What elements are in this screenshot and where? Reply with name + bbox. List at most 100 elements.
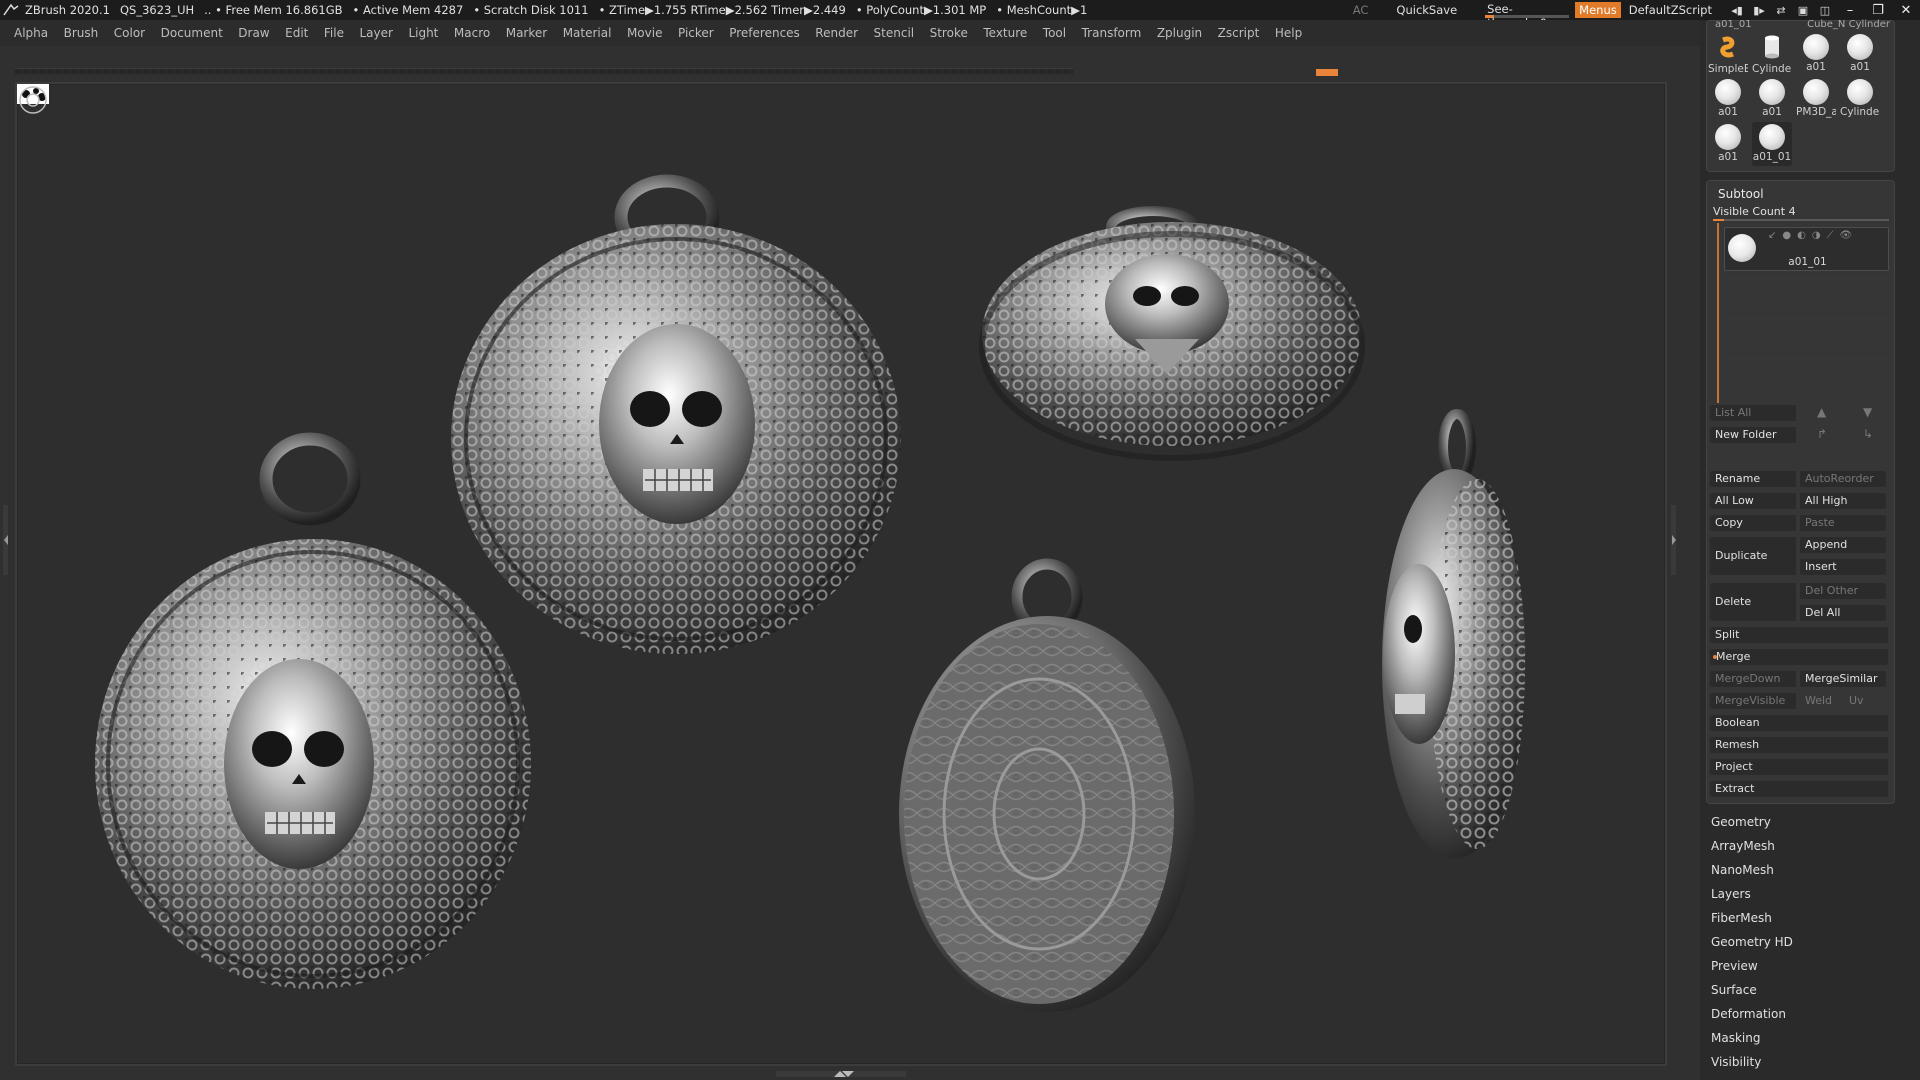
tool-section-nanomesh[interactable]: NanoMesh <box>1711 860 1774 880</box>
merge-section[interactable]: Merge <box>1710 649 1888 665</box>
tool-section-masking[interactable]: Masking <box>1711 1028 1760 1048</box>
tool-section-layers[interactable]: Layers <box>1711 884 1751 904</box>
see-through-slider[interactable]: See-through 0 <box>1479 1 1570 30</box>
layout-right-icon[interactable]: ▮▸ <box>1748 4 1770 17</box>
menu-preferences[interactable]: Preferences <box>729 26 800 40</box>
menu-light[interactable]: Light <box>408 26 438 40</box>
tool-thumb-simplebrush[interactable]: SimpleB <box>1708 34 1748 75</box>
menu-brush[interactable]: Brush <box>64 26 99 40</box>
del-other-button[interactable]: Del Other <box>1800 583 1886 599</box>
copy-button[interactable]: Copy <box>1710 515 1796 531</box>
mergedown-button[interactable]: MergeDown <box>1710 671 1796 687</box>
minimize-icon[interactable]: – <box>1836 3 1864 18</box>
window-layout-icon[interactable]: ▣ <box>1792 4 1814 17</box>
viewport-render[interactable] <box>17 84 1667 1066</box>
tool-section-arraymesh[interactable]: ArrayMesh <box>1711 836 1775 856</box>
menu-picker[interactable]: Picker <box>678 26 714 40</box>
subtool-title[interactable]: Subtool <box>1718 187 1764 201</box>
menu-file[interactable]: File <box>324 26 344 40</box>
pendant-front-left[interactable] <box>95 432 531 989</box>
pendant-tilted-top[interactable] <box>979 206 1365 461</box>
menu-color[interactable]: Color <box>114 26 145 40</box>
paste-button[interactable]: Paste <box>1800 515 1886 531</box>
move-up-icon[interactable]: ▲ <box>1817 405 1826 419</box>
project-section[interactable]: Project <box>1710 759 1888 775</box>
menu-render[interactable]: Render <box>815 26 858 40</box>
right-tray-handle[interactable] <box>1670 505 1678 575</box>
menu-document[interactable]: Document <box>161 26 223 40</box>
subtool-slot-empty[interactable] <box>1724 353 1889 393</box>
restore-icon[interactable]: ❐ <box>1864 3 1892 18</box>
menu-material[interactable]: Material <box>563 26 612 40</box>
bottom-tray-handle[interactable] <box>776 1068 906 1080</box>
menu-movie[interactable]: Movie <box>627 26 663 40</box>
menu-texture[interactable]: Texture <box>983 26 1027 40</box>
tool-section-geometry[interactable]: Geometry <box>1711 812 1771 832</box>
close-icon[interactable]: ✕ <box>1892 3 1920 18</box>
document-canvas[interactable] <box>15 82 1667 1066</box>
menu-macro[interactable]: Macro <box>454 26 490 40</box>
layout-swap-icon[interactable]: ⇄ <box>1770 4 1792 17</box>
menu-marker[interactable]: Marker <box>506 26 547 40</box>
tool-thumb-a01[interactable]: a01 <box>1752 79 1792 118</box>
menu-zplugin[interactable]: Zplugin <box>1157 26 1202 40</box>
default-zscript-button[interactable]: DefaultZScript <box>1629 3 1712 17</box>
subtool-item-a01-01[interactable]: ↙●◐◑⟋👁 a01_01 <box>1724 227 1889 271</box>
move-down-icon[interactable]: ▼ <box>1863 405 1872 419</box>
pendant-side[interactable] <box>1382 409 1526 859</box>
pendant-back[interactable] <box>899 558 1195 1012</box>
split-section[interactable]: Split <box>1710 627 1888 643</box>
delete-button[interactable]: Delete <box>1710 583 1796 621</box>
quicksave-button[interactable]: QuickSave <box>1396 3 1457 17</box>
pendant-front-top[interactable] <box>451 174 901 654</box>
menu-alpha[interactable]: Alpha <box>14 26 48 40</box>
menu-draw[interactable]: Draw <box>238 26 269 40</box>
top-shelf[interactable] <box>15 68 1073 74</box>
menu-help[interactable]: Help <box>1275 26 1302 40</box>
tool-section-fibermesh[interactable]: FiberMesh <box>1711 908 1772 928</box>
tool-thumb-a01[interactable]: a01 <box>1796 34 1836 73</box>
subtool-scrollbar[interactable] <box>1717 223 1719 403</box>
uv-toggle[interactable]: Uv <box>1844 693 1884 709</box>
layout-left-icon[interactable]: ◂▮ <box>1726 4 1748 17</box>
tool-thumb-a01-01-selected[interactable]: a01_01 <box>1752 122 1792 166</box>
new-folder-button[interactable]: New Folder <box>1710 427 1796 443</box>
menu-layer[interactable]: Layer <box>359 26 392 40</box>
tool-thumb-cylinder-2[interactable]: Cylinder <box>1840 79 1880 118</box>
menu-transform[interactable]: Transform <box>1082 26 1142 40</box>
menu-edit[interactable]: Edit <box>285 26 308 40</box>
rename-button[interactable]: Rename <box>1710 471 1796 487</box>
tool-thumb-a01[interactable]: a01 <box>1840 34 1880 73</box>
subtool-slot-empty[interactable] <box>1724 313 1889 353</box>
window-tile-icon[interactable]: ◫ <box>1814 4 1836 17</box>
extract-section[interactable]: Extract <box>1710 781 1888 797</box>
perspective-gizmo-icon[interactable] <box>17 84 49 116</box>
subtool-toggle-icons[interactable]: ↙●◐◑⟋👁 <box>1768 230 1858 241</box>
remesh-section[interactable]: Remesh <box>1710 737 1888 753</box>
tool-section-preview[interactable]: Preview <box>1711 956 1758 976</box>
shelf-marker[interactable] <box>1316 69 1338 76</box>
boolean-section[interactable]: Boolean <box>1710 715 1888 731</box>
tool-thumb-pm3d[interactable]: PM3D_a <box>1796 79 1836 118</box>
tool-thumb-a01[interactable]: a01 <box>1708 79 1748 118</box>
tool-section-deformation[interactable]: Deformation <box>1711 1004 1786 1024</box>
mergevisible-button[interactable]: MergeVisible <box>1710 693 1796 709</box>
autoreorder-button[interactable]: AutoReorder <box>1800 471 1886 487</box>
list-all-button[interactable]: List All <box>1710 405 1796 421</box>
tool-thumb-a01[interactable]: a01 <box>1708 124 1748 163</box>
all-low-button[interactable]: All Low <box>1710 493 1796 509</box>
menu-tool[interactable]: Tool <box>1043 26 1066 40</box>
mergesimilar-button[interactable]: MergeSimilar <box>1800 671 1886 687</box>
tool-section-geometry-hd[interactable]: Geometry HD <box>1711 932 1793 952</box>
append-button[interactable]: Append <box>1800 537 1886 553</box>
menu-zscript[interactable]: Zscript <box>1218 26 1260 40</box>
visible-count-slider[interactable] <box>1713 219 1889 221</box>
weld-toggle[interactable]: Weld <box>1800 693 1840 709</box>
tool-section-visibility[interactable]: Visibility <box>1711 1052 1761 1072</box>
menu-stroke[interactable]: Stroke <box>930 26 968 40</box>
ac-indicator[interactable]: AC <box>1353 3 1369 17</box>
menu-stencil[interactable]: Stencil <box>874 26 915 40</box>
all-high-button[interactable]: All High <box>1800 493 1886 509</box>
tool-thumb-cylinder[interactable]: Cylinder <box>1752 34 1792 75</box>
insert-button[interactable]: Insert <box>1800 559 1886 575</box>
